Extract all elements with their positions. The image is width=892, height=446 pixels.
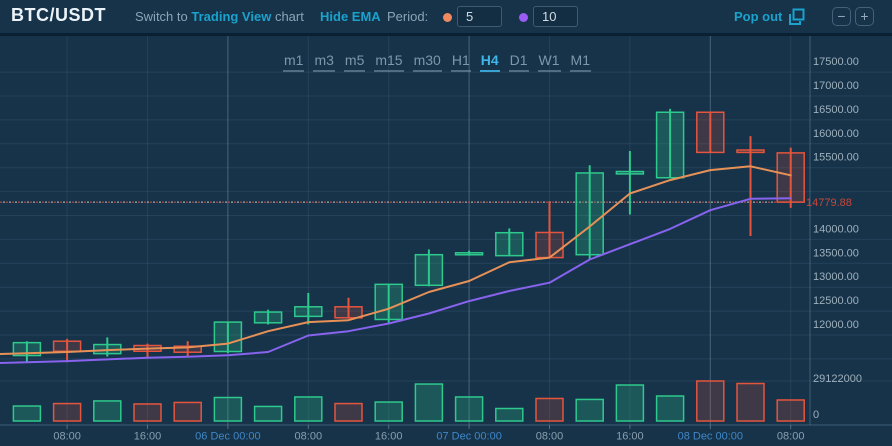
candle-body <box>576 173 603 255</box>
volume-axis-zero-label: 0 <box>813 409 819 421</box>
volume-bar <box>697 381 724 421</box>
ema5-color-dot <box>443 13 452 22</box>
time-axis-label: 16:00 <box>375 431 403 443</box>
candle-body <box>616 172 643 174</box>
volume-bar <box>415 384 442 421</box>
price-axis-label: 13000.00 <box>813 271 859 283</box>
candle-body <box>456 253 483 255</box>
price-axis-label: 16500.00 <box>813 104 859 116</box>
time-axis-label: 08:00 <box>295 431 323 443</box>
ema10-line <box>0 198 791 363</box>
timeframe-m15[interactable]: m15 <box>374 52 403 72</box>
volume-bar <box>335 404 362 421</box>
time-axis-label: 16:00 <box>616 431 644 443</box>
timeframe-d1[interactable]: D1 <box>509 52 529 72</box>
time-axis-label: 08:00 <box>53 431 81 443</box>
price-axis-label: 12000.00 <box>813 319 859 331</box>
price-axis-label: 16000.00 <box>813 128 859 140</box>
volume-bar <box>375 402 402 421</box>
zoom-out-button[interactable]: − <box>832 7 851 26</box>
volume-bar <box>13 406 40 421</box>
candle-body <box>737 150 764 152</box>
candle-body <box>295 307 322 317</box>
volume-bar <box>94 401 121 421</box>
volume-axis-label: 29122000 <box>813 373 862 385</box>
timeframe-h1[interactable]: H1 <box>451 52 471 72</box>
ema10-color-dot <box>519 13 528 22</box>
volume-bar <box>174 402 201 421</box>
time-axis-label: 06 Dec 00:00 <box>195 431 260 443</box>
candle-body <box>697 112 724 152</box>
candlestick-chart[interactable]: 17500.00 17000.00 16500.00 16000.00 15500.00… <box>0 36 892 446</box>
price-axis-label: 12500.00 <box>813 295 859 307</box>
candle-body <box>375 284 402 319</box>
volume-bar <box>576 399 603 421</box>
volume-bar <box>456 397 483 421</box>
trading-chart-app: BTC/USDT Switch to Trading View chart Hi… <box>0 0 892 446</box>
current-price-label: 14779.88 <box>806 197 852 209</box>
volume-bar <box>616 385 643 421</box>
price-axis-label: 14000.00 <box>813 223 859 235</box>
volume-bar <box>255 406 282 421</box>
timeframe-selector: m1 m3 m5 m15 m30 H1 H4 D1 W1 M1 <box>283 52 591 72</box>
candle-body <box>536 232 563 257</box>
pop-out-link[interactable]: Pop out <box>734 9 782 24</box>
volume-bar <box>737 384 764 421</box>
price-axis-label: 13500.00 <box>813 247 859 259</box>
switch-chart-text: Switch to Trading View chart <box>135 9 304 24</box>
timeframe-h4[interactable]: H4 <box>480 52 500 72</box>
time-axis-label: 16:00 <box>134 431 162 443</box>
volume-bar <box>214 398 241 421</box>
period-label: Period: <box>387 9 428 24</box>
volume-bar <box>536 398 563 421</box>
price-axis-label: 15500.00 <box>813 152 859 164</box>
candle-body <box>335 307 362 318</box>
volume-bar <box>54 404 81 421</box>
volume-bar <box>496 409 523 421</box>
ema10-period-input[interactable] <box>533 6 578 27</box>
switch-prefix: Switch to <box>135 9 188 24</box>
timeframe-m1[interactable]: M1 <box>570 52 591 72</box>
volume-bar <box>657 396 684 421</box>
candle-body <box>214 322 241 351</box>
symbol-title: BTC/USDT <box>11 5 106 26</box>
timeframe-w1[interactable]: W1 <box>538 52 561 72</box>
time-axis-label: 08 Dec 00:00 <box>678 431 743 443</box>
trading-view-link[interactable]: Trading View <box>191 9 271 24</box>
timeframe-m3[interactable]: m3 <box>313 52 334 72</box>
price-axis-label: 17500.00 <box>813 56 859 68</box>
pop-out-icon[interactable] <box>787 8 805 26</box>
candle-body <box>777 153 804 202</box>
chart-toolbar: BTC/USDT Switch to Trading View chart Hi… <box>0 0 892 36</box>
candle-body <box>657 112 684 177</box>
time-axis-label: 08:00 <box>777 431 805 443</box>
hide-ema-link[interactable]: Hide EMA <box>320 9 381 24</box>
timeframe-m30[interactable]: m30 <box>413 52 442 72</box>
price-axis-label: 17000.00 <box>813 80 859 92</box>
candle-body <box>54 341 81 351</box>
timeframe-m5[interactable]: m5 <box>344 52 365 72</box>
time-axis-label: 07 Dec 00:00 <box>436 431 501 443</box>
timeframe-m1[interactable]: m1 <box>283 52 304 72</box>
ema5-line <box>0 166 791 354</box>
volume-bar <box>295 397 322 421</box>
ema5-period-input[interactable] <box>457 6 502 27</box>
switch-suffix: chart <box>275 9 304 24</box>
candle-body <box>415 255 442 286</box>
candle-body <box>255 312 282 323</box>
volume-bar <box>134 404 161 421</box>
volume-bar <box>777 400 804 421</box>
zoom-in-button[interactable]: + <box>855 7 874 26</box>
time-axis-label: 08:00 <box>536 431 564 443</box>
candle-body <box>496 233 523 256</box>
